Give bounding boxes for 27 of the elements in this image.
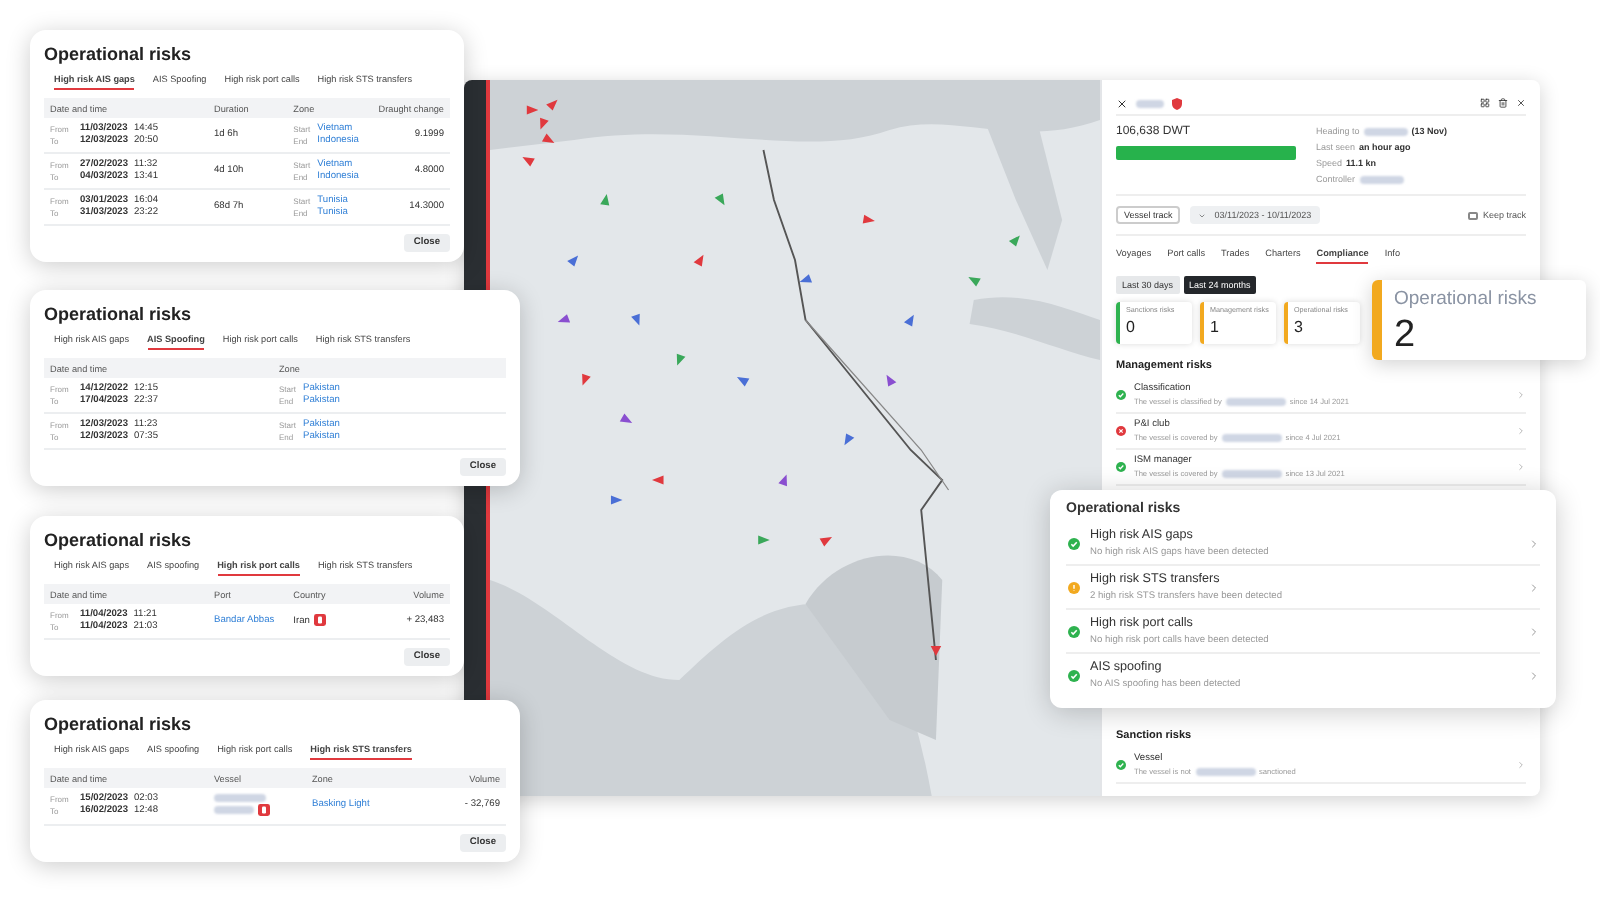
chevron-right-icon xyxy=(1528,625,1540,637)
chevron-right-icon xyxy=(1528,581,1540,593)
chevron-right-icon xyxy=(1516,390,1526,400)
trash-icon[interactable] xyxy=(1498,98,1508,108)
dialog-title: Operational risks xyxy=(44,304,194,324)
chevron-right-icon xyxy=(1516,426,1526,436)
shield-icon xyxy=(1172,97,1182,109)
dialog-title: Operational risks xyxy=(44,714,194,734)
chevron-right-icon xyxy=(1528,537,1540,549)
count-value: 3 xyxy=(1294,318,1305,336)
close-icon[interactable] xyxy=(1116,97,1128,109)
chevron-right-icon xyxy=(1516,760,1526,770)
dialog-title: Operational risks xyxy=(44,530,194,550)
chevron-right-icon xyxy=(1528,669,1540,681)
redacted-text xyxy=(1221,470,1282,478)
count-value: 1 xyxy=(1210,318,1221,336)
redacted-text xyxy=(1136,99,1164,107)
redacted-text xyxy=(1221,434,1282,442)
redacted-text xyxy=(214,806,254,815)
redacted-text xyxy=(1195,768,1255,776)
highlight-value: 2 xyxy=(1394,314,1418,358)
count-value: 0 xyxy=(1126,318,1137,336)
chevron-right-icon xyxy=(1516,462,1526,472)
dialog-title: Operational risks xyxy=(44,44,194,64)
redacted-text xyxy=(1225,398,1286,406)
highlight-label: Operational risks xyxy=(1394,288,1537,310)
redacted-text xyxy=(214,794,266,802)
